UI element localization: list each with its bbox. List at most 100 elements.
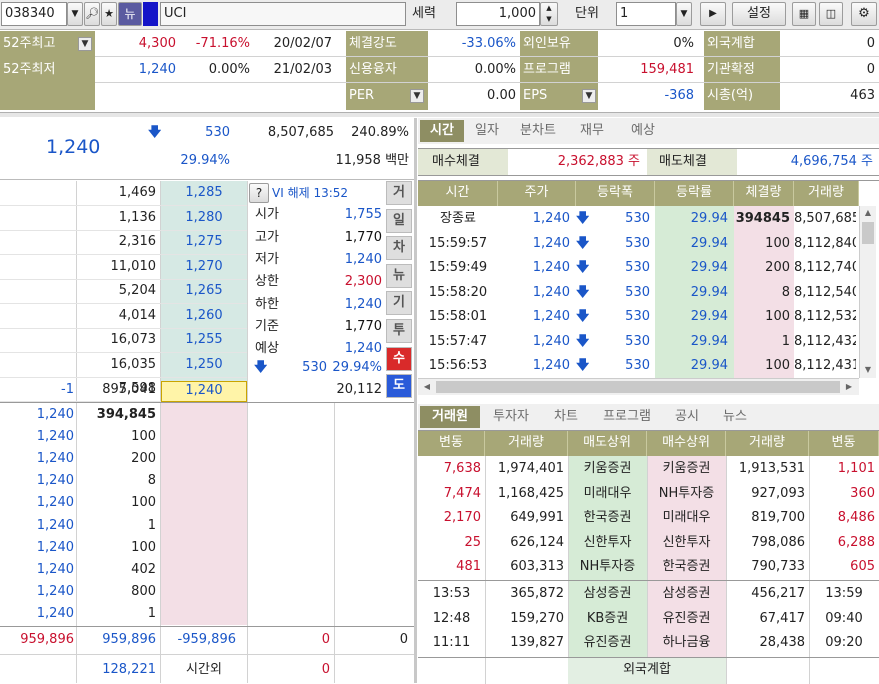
help-button[interactable]: ? [249,183,269,203]
broker-tab-5[interactable]: 뉴스 [712,406,758,428]
foreign-sell-broker[interactable]: 삼성증권 [568,583,647,605]
broker-tab-2[interactable]: 차트 [544,406,588,428]
favorite-button[interactable]: ★ [101,2,117,26]
stock-code-input[interactable]: 038340 [1,2,67,26]
sell-broker[interactable]: 신한투자 [568,532,647,554]
foreign-sell-broker[interactable]: KB증권 [568,608,647,630]
layout-split-button[interactable]: ◫ [819,2,843,26]
buy-volume: 927,093 [751,485,805,501]
ask-price[interactable]: 1,260 [161,305,247,327]
broker-tab-4[interactable]: 공시 [666,406,708,428]
hscroll-thumb[interactable] [436,381,840,393]
side-tab-3[interactable]: 뉴 [386,263,412,288]
buy-change: 360 [850,485,875,501]
scroll-thumb[interactable] [862,222,874,244]
splitter[interactable] [0,112,879,117]
sell-change: 25 [464,534,481,550]
buy-broker[interactable]: 키움증권 [647,458,726,480]
news-button[interactable]: 뉴 [118,2,142,26]
side-tab-4[interactable]: 기 [386,291,412,316]
fill-qty: 394,845 [96,407,156,422]
trade-tab-2[interactable]: 분차트 [510,120,566,142]
seryeok-spinner[interactable]: ▲ ▼ [540,2,558,26]
trade-header-5[interactable]: 거래량 [794,181,859,206]
side-tab-label: 기 [393,295,405,311]
scroll-down-icon[interactable]: ▼ [861,363,875,377]
broker-header-4[interactable]: 거래량 [726,431,809,456]
buy-broker[interactable]: 신한투자 [647,532,726,554]
ask-price[interactable]: 1,265 [161,280,247,302]
trades-hscroll[interactable]: ◀ ▶ [418,378,859,395]
broker-header-0[interactable]: 변동 [418,431,485,456]
trades-vscroll[interactable]: ▲ ▼ [859,206,876,378]
trade-header-0[interactable]: 시간 [418,181,498,206]
scroll-right-icon[interactable]: ▶ [842,380,856,394]
trade-tab-1[interactable]: 일자 [466,120,508,142]
seryeok-input[interactable]: 1,000 [456,2,540,26]
per-dropdown[interactable]: ▼ [410,89,424,103]
tab-label: 예상 [631,123,655,138]
ask-price[interactable]: 1,275 [161,231,247,253]
foreign-sell-broker[interactable]: 유진증권 [568,632,647,654]
side-tab-6[interactable]: 수 [386,346,412,371]
ask-price[interactable]: 1,250 [161,354,247,376]
eps-dropdown[interactable]: ▼ [582,89,596,103]
side-tab-7[interactable]: 도 [386,374,412,399]
foreign-buy-broker[interactable]: 유진증권 [647,608,726,630]
search-button[interactable]: 🔎︎ [84,2,100,26]
trade-header-2[interactable]: 등락폭 [576,181,655,206]
vertical-splitter[interactable] [414,118,417,683]
down-arrow-icon: 🡇 [576,211,590,226]
ask-price[interactable]: 1,270 [161,256,247,278]
sell-broker[interactable]: 한국증권 [568,507,647,529]
ask-price[interactable]: 1,280 [161,207,247,229]
side-tab-5[interactable]: 투 [386,319,412,343]
total-c: -959,896 [177,632,236,647]
buy-broker[interactable]: 미래대우 [647,507,726,529]
trade-tab-4[interactable]: 예상 [618,120,668,142]
sell-broker[interactable]: 미래대우 [568,483,647,505]
gear-button[interactable]: ⚙ [851,2,877,26]
layout-grid-button[interactable]: ▦ [792,2,816,26]
trade-header-1[interactable]: 주가 [498,181,576,206]
buy-broker[interactable]: NH투자증 [647,483,726,505]
credit-value: 0.00% [474,62,516,77]
broker-tab-3[interactable]: 프로그램 [592,406,662,428]
per-value: 0.00 [487,88,516,103]
code-dropdown-button[interactable]: ▼ [67,2,83,26]
side-tab-2[interactable]: 차 [386,236,412,261]
next-button[interactable]: ▶ [700,2,726,26]
unit-select[interactable]: 1 [616,2,676,26]
trade-header-3[interactable]: 등락률 [655,181,734,206]
52w-dropdown[interactable]: ▼ [78,37,92,51]
broker-header-2[interactable]: 매도상위 [568,431,647,456]
broker-header-5[interactable]: 변동 [809,431,879,456]
side-tab-1[interactable]: 일 [386,208,412,233]
foreign-buy-broker[interactable]: 삼성증권 [647,583,726,605]
buy-volume: 798,086 [751,534,805,550]
trade-time: 15:58:20 [428,284,488,300]
broker-tab-0[interactable]: 거래원 [420,406,480,428]
ask-price[interactable]: 1,285 [161,182,247,204]
side-tab-0[interactable]: 거 [386,181,412,205]
foreign-buy-broker[interactable]: 하나금융 [647,632,726,654]
broker-header-3[interactable]: 매수상위 [647,431,726,456]
scroll-up-icon[interactable]: ▲ [861,206,875,220]
scroll-left-icon[interactable]: ◀ [420,380,434,394]
broker-tab-1[interactable]: 투자자 [482,406,540,428]
spin-up-icon: ▲ [546,4,552,12]
trade-change: 530 [625,211,650,226]
sell-broker[interactable]: NH투자증 [568,556,647,578]
sell-broker[interactable]: 키움증권 [568,458,647,480]
unit-dropdown-button[interactable]: ▼ [676,2,692,26]
trade-tab-3[interactable]: 재무 [569,120,615,142]
settings-button[interactable]: 설정 [732,2,786,26]
trade-tab-0[interactable]: 시간 [420,120,464,142]
play-icon: ▶ [709,8,717,19]
ask-price[interactable]: 1,255 [161,329,247,351]
broker-header-1[interactable]: 거래량 [485,431,568,456]
blank-label [0,83,95,110]
header-label: 시간 [445,185,470,200]
trade-header-4[interactable]: 체결량 [734,181,794,206]
buy-broker[interactable]: 한국증권 [647,556,726,578]
